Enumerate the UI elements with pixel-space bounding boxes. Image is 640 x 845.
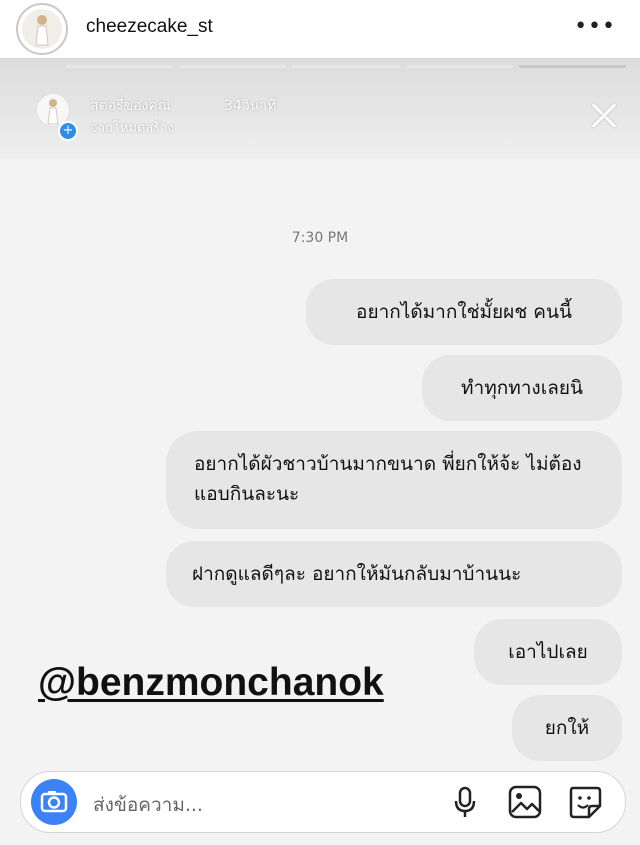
sticker-icon[interactable]	[567, 784, 603, 820]
post-header: cheezecake_st •••	[0, 0, 640, 58]
message-text: อยากได้ผัวชาวบ้านมากขนาด พี่ยกให้จ้ะ ไม่…	[194, 453, 582, 505]
story-screenshot: + สตอรี่ของคุณ 34วินาที จากโหมดสร้าง 7:3…	[0, 58, 640, 845]
message-composer: ส่งข้อความ...	[20, 771, 626, 833]
close-icon[interactable]	[584, 95, 624, 135]
add-story-icon: +	[58, 121, 78, 141]
message-input[interactable]: ส่งข้อความ...	[93, 790, 203, 820]
story-source-label: จากโหมดสร้าง	[90, 121, 174, 136]
more-options-icon[interactable]: •••	[574, 14, 616, 39]
username[interactable]: cheezecake_st	[86, 16, 213, 38]
story-owner-label: สตอรี่ของคุณ	[90, 98, 171, 114]
story-header: + สตอรี่ของคุณ 34วินาที จากโหมดสร้าง	[0, 59, 640, 159]
story-progress-bar	[66, 65, 627, 71]
message-text: ฝากดูแลดีๆละ อยากให้มันกลับมาบ้านนะ	[192, 563, 522, 585]
camera-button[interactable]	[31, 779, 77, 825]
message-bubble: ยกให้	[512, 695, 622, 761]
story-time-label: 34วินาที	[224, 98, 277, 114]
gallery-icon[interactable]	[507, 784, 543, 820]
message-text: ทำทุกทางเลยนิ	[461, 377, 583, 399]
message-bubble: ทำทุกทางเลยนิ	[422, 355, 622, 421]
avatar[interactable]	[16, 3, 68, 55]
avatar-image	[22, 9, 62, 49]
message-text: ยกให้	[544, 717, 590, 739]
message-text: อยากได้มากใช่มั้ยผช คนนี้	[356, 301, 572, 323]
microphone-icon[interactable]	[447, 784, 483, 820]
message-bubble: อยากได้มากใช่มั้ยผช คนนี้	[306, 279, 622, 345]
message-bubble: อยากได้ผัวชาวบ้านมากขนาด พี่ยกให้จ้ะ ไม่…	[166, 431, 622, 529]
message-timestamp: 7:30 PM	[291, 230, 349, 246]
mention-tag[interactable]: @benzmonchanok	[38, 661, 384, 705]
camera-icon	[40, 791, 68, 813]
message-bubble: เอาไปเลย	[474, 619, 622, 685]
message-text: เอาไปเลย	[508, 641, 588, 663]
message-bubble: ฝากดูแลดีๆละ อยากให้มันกลับมาบ้านนะ	[166, 541, 622, 607]
